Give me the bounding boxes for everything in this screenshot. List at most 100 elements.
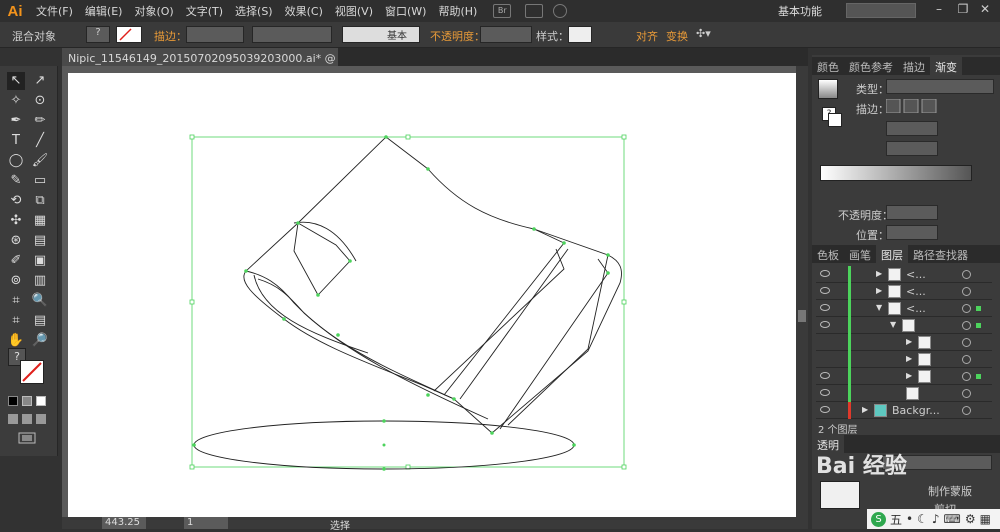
grid-icon[interactable]: ▦: [980, 512, 991, 526]
target-icon[interactable]: [962, 355, 971, 364]
expand-icon[interactable]: ▶: [876, 286, 882, 295]
canvas-area[interactable]: [62, 66, 796, 517]
expand-icon[interactable]: ▶: [906, 337, 912, 346]
gradient-stroke-box[interactable]: [828, 113, 842, 127]
collapse-icon[interactable]: ▼: [876, 303, 882, 312]
perspective-grid-tool[interactable]: ▤: [31, 232, 49, 250]
stroke-swatch[interactable]: [116, 26, 142, 43]
expand-icon[interactable]: ▶: [906, 371, 912, 380]
voice-icon[interactable]: ♪: [932, 512, 940, 526]
screen-mode-button[interactable]: [16, 432, 38, 444]
rotate-tool[interactable]: ⟲: [7, 192, 25, 210]
eye-icon[interactable]: [820, 304, 830, 311]
layer-row[interactable]: ▶: [816, 368, 992, 385]
menu-object[interactable]: 对象(O): [128, 3, 179, 19]
gradient-angle-field[interactable]: [886, 121, 938, 136]
menu-view[interactable]: 视图(V): [329, 3, 379, 19]
gradient-opacity-field[interactable]: [886, 205, 938, 220]
pencil-tool[interactable]: ✎: [7, 172, 25, 190]
opacity-label[interactable]: 不透明度：: [430, 28, 485, 45]
stroke-style-dropdown[interactable]: 基本: [342, 26, 420, 43]
settings-icon[interactable]: ⚙: [965, 512, 976, 526]
none-mode-button[interactable]: [36, 396, 46, 406]
ellipse-tool[interactable]: ◯: [7, 152, 25, 170]
stroke-label[interactable]: 描边：: [154, 28, 187, 45]
bridge-icon[interactable]: Br: [493, 4, 512, 18]
expand-icon[interactable]: ▶: [862, 405, 868, 414]
menu-type[interactable]: 文字(T): [180, 3, 229, 19]
collapse-icon[interactable]: ▼: [890, 320, 896, 329]
moon-icon[interactable]: ☾: [917, 512, 928, 526]
layer-row[interactable]: ▶: [816, 351, 992, 368]
magic-wand-tool[interactable]: ✧: [7, 92, 25, 110]
line-tool[interactable]: ╱: [31, 132, 49, 150]
color-mode-button[interactable]: [8, 396, 18, 406]
target-icon[interactable]: [962, 372, 971, 381]
tab-layers[interactable]: 图层: [876, 245, 908, 263]
pen-tool[interactable]: ✒: [7, 112, 25, 130]
stroke-gradient-buttons[interactable]: [885, 98, 938, 114]
eyedropper-tool[interactable]: ⊚: [7, 272, 25, 290]
zoom-field[interactable]: 443.25: [102, 517, 146, 529]
menu-file[interactable]: 文件(F): [30, 3, 79, 19]
ime-mode-icon[interactable]: 五: [890, 511, 902, 528]
curvature-tool[interactable]: ✏: [31, 112, 49, 130]
variable-width-dropdown[interactable]: [252, 26, 332, 43]
menu-edit[interactable]: 编辑(E): [79, 3, 129, 19]
eye-icon[interactable]: [820, 372, 830, 379]
tab-stroke[interactable]: 描边: [898, 57, 930, 75]
transform-link[interactable]: 变换: [666, 28, 688, 45]
tab-gradient[interactable]: 渐变: [930, 57, 962, 75]
minimize-button[interactable]: –: [930, 2, 948, 18]
eye-icon[interactable]: [820, 270, 830, 277]
target-icon[interactable]: [962, 270, 971, 279]
workspace-switcher[interactable]: 基本功能: [778, 3, 822, 19]
layer-row[interactable]: ▶ <...: [816, 266, 992, 283]
menu-select[interactable]: 选择(S): [229, 3, 279, 19]
scale-tool[interactable]: ⧉: [31, 192, 49, 210]
keyboard-icon[interactable]: ⌨: [944, 512, 961, 526]
bounding-box-handles[interactable]: [189, 134, 627, 470]
target-icon[interactable]: [962, 287, 971, 296]
opacity-field[interactable]: [480, 26, 532, 43]
target-icon[interactable]: [962, 406, 971, 415]
layer-row[interactable]: [816, 385, 992, 402]
type-tool[interactable]: T: [7, 132, 25, 150]
zoom-tool[interactable]: 🔎: [31, 332, 49, 350]
layer-row[interactable]: ▼: [816, 317, 992, 334]
eye-icon[interactable]: [820, 389, 830, 396]
transparency-thumbnail[interactable]: [820, 481, 860, 509]
eye-icon[interactable]: [820, 406, 830, 413]
artboard-tool[interactable]: ⌗: [7, 312, 25, 330]
target-icon[interactable]: [962, 321, 971, 330]
symbol-sprayer-tool[interactable]: ⌗: [7, 292, 25, 310]
menu-window[interactable]: 窗口(W): [379, 3, 432, 19]
gpu-icon[interactable]: [553, 4, 568, 18]
tab-brushes[interactable]: 画笔: [844, 245, 876, 263]
search-input[interactable]: [846, 3, 916, 18]
direct-selection-tool[interactable]: ↗: [31, 72, 49, 90]
shape-builder-tool[interactable]: ⊛: [7, 232, 25, 250]
gradient-tool[interactable]: ▣: [31, 252, 49, 270]
close-button[interactable]: ✕: [976, 2, 994, 18]
expand-icon[interactable]: ▶: [876, 269, 882, 278]
fill-swatch[interactable]: ?: [86, 26, 110, 43]
layer-row[interactable]: ▶: [816, 334, 992, 351]
shoe-outline[interactable]: [243, 136, 622, 434]
scroll-thumb[interactable]: [798, 310, 806, 322]
target-icon[interactable]: [962, 338, 971, 347]
menu-help[interactable]: 帮助(H): [432, 3, 483, 19]
vertical-scrollbar[interactable]: [796, 66, 808, 517]
mesh-tool[interactable]: ✐: [7, 252, 25, 270]
selection-indicator[interactable]: [976, 323, 981, 328]
gradient-position-field[interactable]: [886, 225, 938, 240]
artboard[interactable]: [68, 73, 796, 517]
punctuation-icon[interactable]: •: [906, 512, 913, 526]
gradient-mode-button[interactable]: [22, 396, 32, 406]
selection-tool[interactable]: ↖: [7, 72, 25, 90]
gradient-slider[interactable]: [820, 165, 972, 181]
layer-row[interactable]: ▶ <...: [816, 283, 992, 300]
graphic-style-swatch[interactable]: [568, 26, 592, 43]
tab-pathfinder[interactable]: 路径查找器: [908, 245, 973, 263]
ime-logo-icon[interactable]: S: [871, 511, 886, 527]
